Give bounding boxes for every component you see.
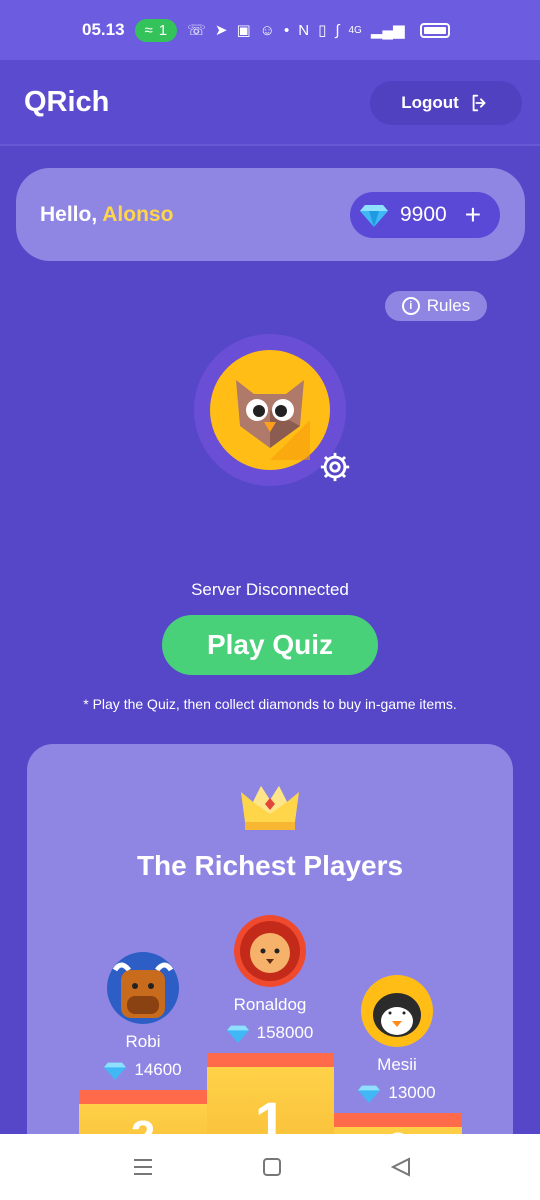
player-score: 158000 bbox=[212, 1023, 328, 1043]
lion-icon bbox=[234, 915, 306, 987]
network-label: 4G bbox=[348, 24, 362, 36]
diamond-icon bbox=[358, 1085, 381, 1103]
battery-icon bbox=[419, 22, 450, 38]
diamond-icon bbox=[226, 1025, 249, 1043]
player-score: 13000 bbox=[339, 1083, 455, 1103]
telegram-icon: ➤ bbox=[214, 22, 228, 39]
hint-text: * Play the Quiz, then collect diamonds t… bbox=[83, 696, 457, 712]
menu-icon[interactable] bbox=[132, 1156, 154, 1178]
hotspot-indicator: ≈ 1 bbox=[134, 18, 178, 42]
leaderboard-player-2[interactable]: Robi 14600 bbox=[85, 952, 201, 1080]
whatsapp-icon: ☏ bbox=[187, 22, 206, 39]
leaderboard-card: The Richest Players Robi 14600 Ronaldog … bbox=[27, 744, 513, 1164]
app-notification-icon: ▣ bbox=[236, 22, 251, 39]
app-bar: QRich Logout bbox=[0, 60, 540, 146]
vibrate-icon: ▯ bbox=[318, 22, 327, 39]
player-name: Robi bbox=[125, 1032, 161, 1051]
hotspot-count: 1 bbox=[158, 21, 168, 39]
profile-avatar[interactable] bbox=[194, 334, 350, 486]
leaderboard-player-1[interactable]: Ronaldog 158000 bbox=[212, 915, 328, 1043]
app-title: QRich bbox=[24, 86, 110, 118]
owl-avatar bbox=[210, 350, 350, 482]
status-icons: ☏ ➤ ▣ ☺ • N ▯ ∫ 4G ▂▄▆ bbox=[187, 21, 450, 39]
leaderboard-player-3[interactable]: Mesii 13000 bbox=[339, 975, 455, 1103]
bull-icon bbox=[107, 952, 179, 1024]
system-nav-bar bbox=[0, 1134, 540, 1200]
rules-button[interactable]: i Rules bbox=[385, 291, 487, 321]
back-icon[interactable] bbox=[390, 1156, 412, 1178]
info-icon: i bbox=[401, 297, 420, 315]
logout-label: Logout bbox=[401, 93, 459, 112]
user-name: Alonso bbox=[102, 203, 174, 226]
greeting-hello: Hello, bbox=[40, 203, 98, 226]
person-add-icon: ☺ bbox=[259, 21, 275, 39]
nfc-icon: N bbox=[298, 21, 310, 39]
status-bar: 05.13 ≈ 1 ☏ ➤ ▣ ☺ • N ▯ ∫ 4G ▂▄▆ bbox=[0, 0, 540, 60]
player-name: Mesii bbox=[377, 1055, 417, 1074]
penguin-icon bbox=[361, 975, 433, 1047]
diamond-balance[interactable]: 9900 + bbox=[350, 192, 500, 238]
owl-icon bbox=[236, 380, 310, 460]
player-diamonds: 158000 bbox=[256, 1023, 314, 1042]
crown-icon bbox=[241, 786, 299, 830]
home-icon[interactable] bbox=[261, 1156, 283, 1178]
player-diamonds: 14600 bbox=[134, 1060, 182, 1079]
diamond-icon bbox=[104, 1062, 127, 1080]
play-quiz-button[interactable]: Play Quiz bbox=[162, 615, 378, 675]
settings-gear-icon[interactable] bbox=[318, 450, 352, 484]
diamond-count: 9900 bbox=[400, 203, 447, 226]
diamond-icon bbox=[360, 205, 388, 227]
status-time: 05.13 bbox=[82, 20, 125, 39]
add-diamonds-icon[interactable]: + bbox=[465, 201, 481, 229]
signal-icon: ▂▄▆ bbox=[370, 22, 405, 39]
dot-icon: • bbox=[283, 21, 290, 39]
logout-icon bbox=[472, 94, 486, 112]
player-score: 14600 bbox=[85, 1060, 201, 1080]
greeting-card: Hello, Alonso 9900 + bbox=[16, 168, 525, 261]
player-diamonds: 13000 bbox=[388, 1083, 436, 1102]
rules-label: Rules bbox=[426, 296, 471, 315]
hotspot-icon: ≈ bbox=[144, 21, 153, 39]
server-status: Server Disconnected bbox=[191, 580, 349, 599]
leaderboard-title: The Richest Players bbox=[136, 850, 404, 881]
greeting-text: Hello, Alonso bbox=[40, 203, 173, 227]
player-name: Ronaldog bbox=[233, 995, 307, 1014]
bluetooth-icon: ∫ bbox=[335, 21, 340, 39]
logout-button[interactable]: Logout bbox=[370, 81, 522, 125]
